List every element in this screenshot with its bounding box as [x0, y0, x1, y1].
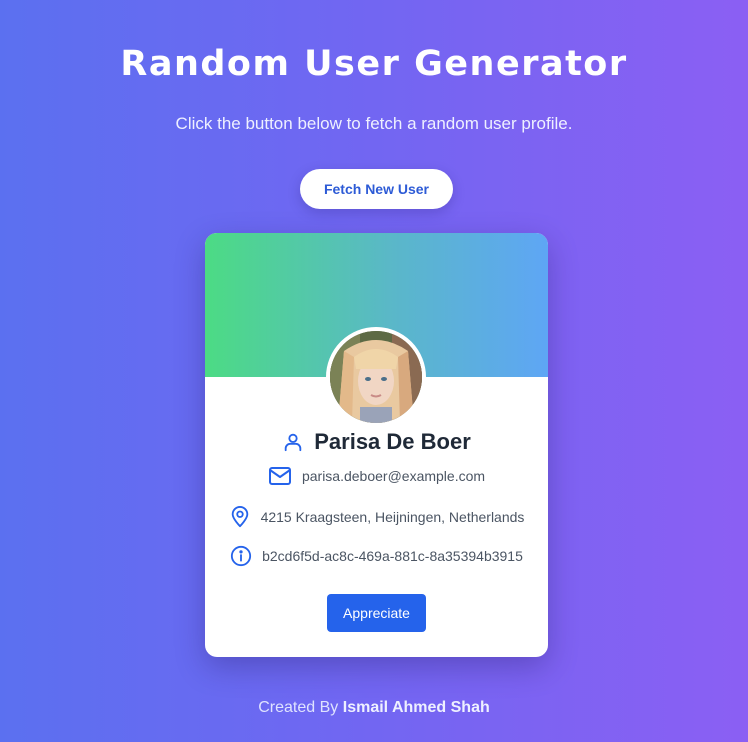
id-row: b2cd6f5d-ac8c-469a-881c-8a35394b3915 — [205, 545, 548, 567]
page-title: Random User Generator — [120, 44, 628, 84]
info-icon — [230, 545, 252, 567]
map-pin-icon — [229, 505, 251, 529]
avatar-photo — [330, 331, 422, 423]
fetch-new-user-button[interactable]: Fetch New User — [300, 169, 453, 209]
page-subtitle: Click the button below to fetch a random… — [175, 114, 573, 133]
address-row: 4215 Kraagsteen, Heijningen, Netherlands — [205, 505, 548, 529]
user-address: 4215 Kraagsteen, Heijningen, Netherlands — [260, 509, 525, 525]
footer-prefix: Created By — [258, 699, 339, 716]
user-id: b2cd6f5d-ac8c-469a-881c-8a35394b3915 — [262, 548, 523, 564]
user-card: Parisa De Boer parisa.deboer@example.com… — [205, 233, 548, 657]
appreciate-button[interactable]: Appreciate — [327, 594, 426, 632]
footer-author[interactable]: Ismail Ahmed Shah — [343, 699, 490, 716]
user-email: parisa.deboer@example.com — [301, 468, 486, 484]
avatar — [326, 327, 426, 427]
user-icon — [282, 431, 304, 453]
email-row: parisa.deboer@example.com — [205, 466, 548, 486]
user-name: Parisa De Boer — [314, 429, 471, 454]
footer-credit: Created By Ismail Ahmed Shah — [0, 699, 748, 717]
name-row: Parisa De Boer — [205, 429, 548, 455]
mail-icon — [268, 466, 292, 486]
